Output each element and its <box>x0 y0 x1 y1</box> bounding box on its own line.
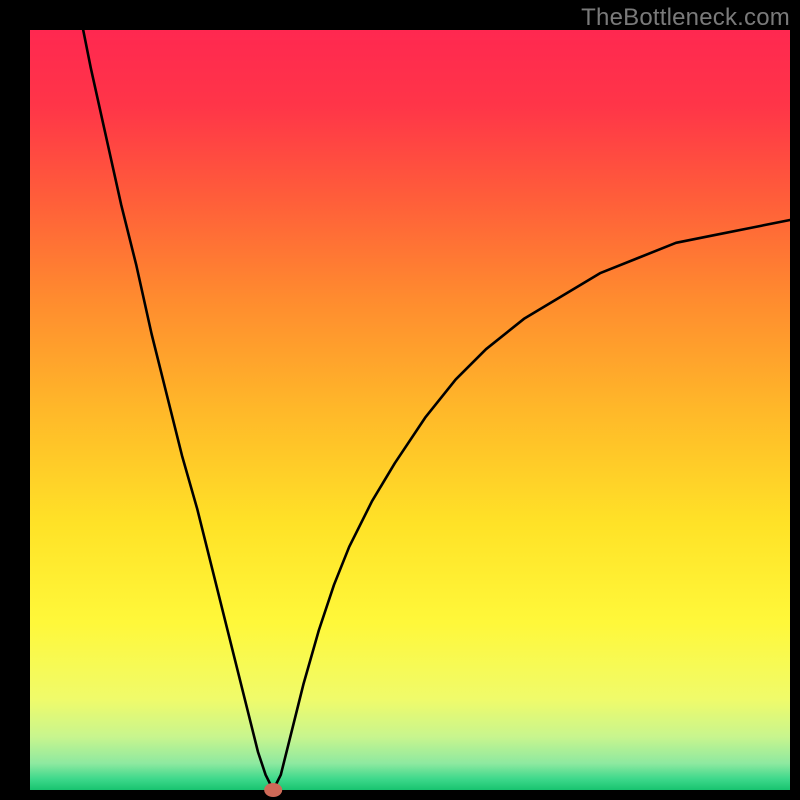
bottleneck-chart <box>0 0 800 800</box>
chart-stage: TheBottleneck.com <box>0 0 800 800</box>
watermark-text: TheBottleneck.com <box>581 4 790 32</box>
optimum-marker <box>264 783 282 797</box>
plot-area <box>30 30 790 790</box>
